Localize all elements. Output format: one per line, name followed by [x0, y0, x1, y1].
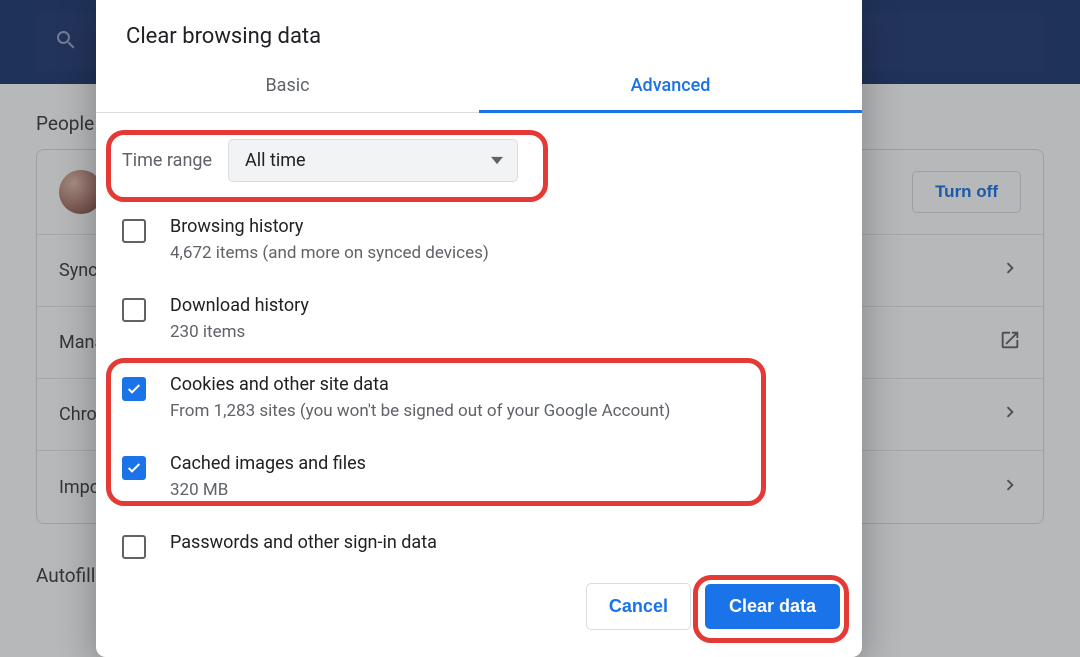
checkbox[interactable]	[122, 377, 146, 401]
option-subtitle: 230 items	[170, 322, 309, 342]
time-range-value: All time	[245, 150, 306, 171]
option-title: Download history	[170, 295, 309, 316]
option-title: Browsing history	[170, 216, 489, 237]
clear-data-button[interactable]: Clear data	[705, 584, 840, 629]
option-title: Passwords and other sign-in data	[170, 532, 694, 553]
cancel-button[interactable]: Cancel	[586, 583, 691, 630]
option-download-history[interactable]: Download history 230 items	[114, 283, 856, 362]
time-range-row: Time range All time	[114, 119, 856, 198]
tab-advanced[interactable]: Advanced	[479, 61, 862, 112]
option-title: Cached images and files	[170, 453, 366, 474]
option-cookies[interactable]: Cookies and other site data From 1,283 s…	[114, 362, 856, 441]
option-subtitle: From 1,283 sites (you won't be signed ou…	[170, 401, 670, 421]
option-browsing-history[interactable]: Browsing history 4,672 items (and more o…	[114, 204, 856, 283]
tab-basic[interactable]: Basic	[96, 61, 479, 112]
option-subtitle: 4,672 items (and more on synced devices)	[170, 243, 489, 263]
time-range-select[interactable]: All time	[228, 139, 518, 182]
checkbox[interactable]	[122, 456, 146, 480]
clear-browsing-data-dialog: Clear browsing data Basic Advanced Time …	[96, 0, 862, 657]
option-title: Cookies and other site data	[170, 374, 670, 395]
dialog-scroll-area[interactable]: Time range All time Browsing history 4,6…	[96, 113, 862, 559]
checkbox[interactable]	[122, 219, 146, 243]
checkbox[interactable]	[122, 535, 146, 559]
dialog-tabs: Basic Advanced	[96, 61, 862, 113]
option-cached[interactable]: Cached images and files 320 MB	[114, 441, 856, 520]
dialog-footer: Cancel Clear data	[96, 559, 862, 657]
time-range-label: Time range	[122, 150, 212, 171]
dropdown-arrow-icon	[491, 150, 503, 171]
dialog-title: Clear browsing data	[96, 0, 862, 61]
option-passwords[interactable]: Passwords and other sign-in data 1,015 p…	[114, 520, 856, 559]
option-subtitle: 320 MB	[170, 480, 366, 500]
checkbox[interactable]	[122, 298, 146, 322]
